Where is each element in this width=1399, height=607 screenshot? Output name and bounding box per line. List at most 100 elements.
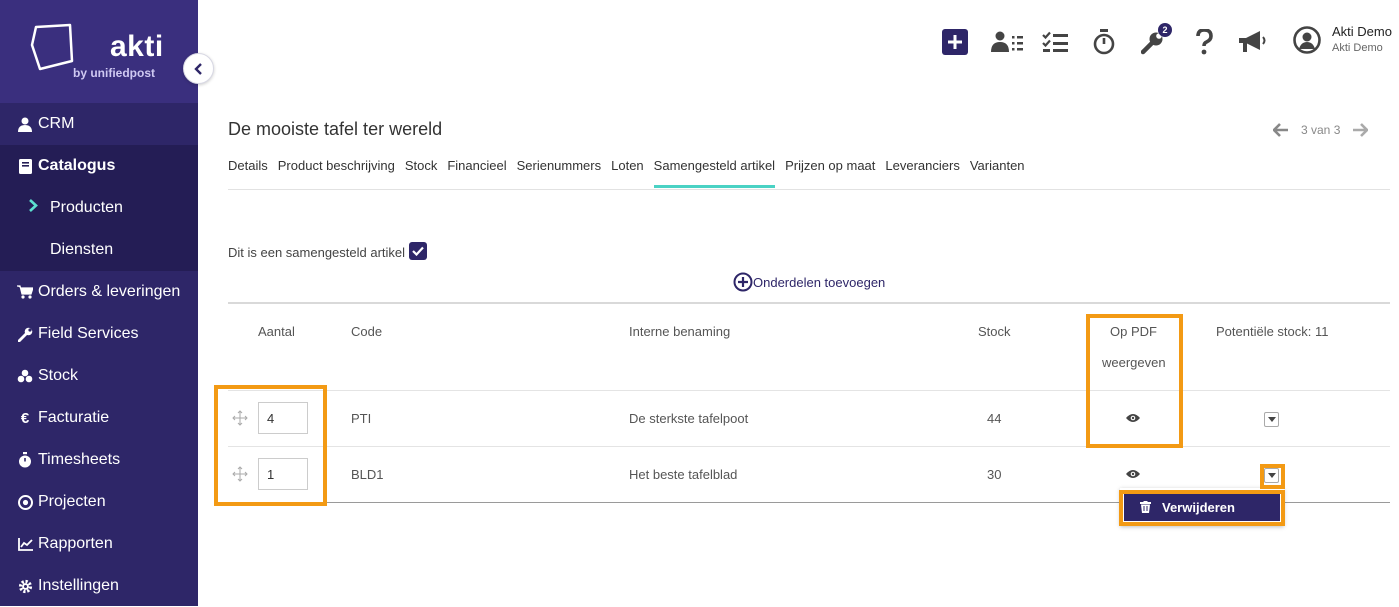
sidebar-item-label: Orders & leveringen <box>38 283 181 300</box>
sidebar-item-stock[interactable]: Stock <box>0 355 198 397</box>
user-name[interactable]: Akti Demo <box>1332 24 1392 39</box>
cell-benaming: Het beste tafelblad <box>629 467 738 482</box>
sidebar-item-facturatie[interactable]: € Facturatie <box>0 397 198 439</box>
sidebar-item-label: Projecten <box>38 493 106 510</box>
plus-circle-icon <box>733 272 753 292</box>
pager-text: 3 van 3 <box>1301 123 1341 137</box>
add-parts-label: Onderdelen toevoegen <box>753 274 886 290</box>
tabs-divider <box>228 189 1390 190</box>
cart-icon <box>17 284 33 300</box>
chart-icon <box>17 536 33 552</box>
header-code: Code <box>351 324 383 339</box>
tab-samengesteld-artikel[interactable]: Samengesteld artikel <box>653 158 776 188</box>
eye-icon[interactable] <box>1126 469 1140 479</box>
sidebar-item-timesheets[interactable]: Timesheets <box>0 439 198 481</box>
sidebar: akti by unifiedpost CRM Catalogus Produc… <box>0 0 198 606</box>
sidebar-item-label: Diensten <box>50 241 114 258</box>
sidebar-item-label: Facturatie <box>38 409 110 426</box>
logo-area: akti by unifiedpost <box>0 0 198 103</box>
caret-down-icon <box>1267 417 1276 422</box>
page-title: De mooiste tafel ter wereld <box>228 119 443 139</box>
arrow-left-icon[interactable] <box>1273 123 1289 137</box>
timer-button[interactable] <box>1093 29 1115 55</box>
announcements-button[interactable] <box>1238 29 1268 55</box>
stopwatch-icon <box>17 452 33 468</box>
add-parts-button[interactable]: Onderdelen toevoegen <box>733 272 885 292</box>
tab-stock[interactable]: Stock <box>405 158 438 188</box>
tab-bar: Details Product beschrijving Stock Finan… <box>228 158 1035 188</box>
header-stock: Stock <box>978 324 1011 339</box>
composite-checkbox[interactable] <box>409 242 427 260</box>
user-icon <box>17 116 33 132</box>
tab-prijzen-op-maat[interactable]: Prijzen op maat <box>785 158 875 188</box>
boxes-icon <box>17 368 33 384</box>
collapse-sidebar-button[interactable] <box>183 53 214 84</box>
cell-stock: 44 <box>987 411 1002 426</box>
highlight-dropdown <box>1260 464 1285 489</box>
user-circle-icon <box>1293 26 1321 54</box>
tab-financieel[interactable]: Financieel <box>447 158 506 188</box>
sidebar-item-diensten[interactable]: Diensten <box>0 229 198 271</box>
sidebar-item-label: CRM <box>38 115 75 132</box>
cell-stock: 30 <box>987 467 1002 482</box>
tab-varianten[interactable]: Varianten <box>970 158 1025 188</box>
tab-product-beschrijving[interactable]: Product beschrijving <box>278 158 395 188</box>
user-list-icon <box>991 31 1023 52</box>
header-aantal: Aantal <box>258 324 295 339</box>
sidebar-item-label: Timesheets <box>38 451 121 468</box>
check-icon <box>412 246 424 256</box>
logo-text: akti <box>110 30 164 63</box>
arrow-right-icon[interactable] <box>1352 123 1369 137</box>
cell-code: BLD1 <box>351 467 384 482</box>
row-actions-dropdown[interactable] <box>1264 412 1279 427</box>
sidebar-item-instellingen[interactable]: Instellingen <box>0 565 198 607</box>
highlight-pdf-column <box>1086 314 1183 448</box>
sidebar-item-crm[interactable]: CRM <box>0 103 198 145</box>
sidebar-item-label: Producten <box>50 199 123 216</box>
sidebar-item-label: Instellingen <box>38 577 119 594</box>
help-button[interactable] <box>1195 29 1213 55</box>
sidebar-item-label: Catalogus <box>38 157 116 174</box>
gear-icon <box>17 578 33 594</box>
help-icon <box>1196 29 1213 55</box>
sidebar-item-field-services[interactable]: Field Services <box>0 313 198 355</box>
sidebar-item-producten[interactable]: Producten <box>0 187 198 229</box>
book-icon <box>17 158 33 174</box>
contacts-button[interactable] <box>991 29 1023 55</box>
sidebar-item-label: Field Services <box>38 325 139 342</box>
tab-leveranciers[interactable]: Leveranciers <box>885 158 959 188</box>
tab-details[interactable]: Details <box>228 158 268 188</box>
logo-icon <box>30 23 74 71</box>
add-button[interactable] <box>942 29 968 55</box>
chevron-right-icon <box>28 199 40 217</box>
cell-benaming: De sterkste tafelpoot <box>629 411 749 426</box>
sidebar-item-label: Stock <box>38 367 79 384</box>
notification-badge: 2 <box>1158 23 1172 37</box>
user-company: Akti Demo <box>1332 42 1383 54</box>
cell-code: PTI <box>351 411 372 426</box>
composite-label: Dit is een samengesteld artikel <box>228 245 406 260</box>
sidebar-item-projecten[interactable]: Projecten <box>0 481 198 523</box>
sidebar-nav: CRM Catalogus Producten Diensten Orders … <box>0 103 198 607</box>
row-divider <box>228 390 1390 391</box>
sidebar-item-catalogus[interactable]: Catalogus <box>0 145 198 187</box>
stopwatch-icon <box>1093 29 1115 55</box>
row-divider <box>228 446 1390 447</box>
logo-subtext: by unifiedpost <box>73 66 155 80</box>
highlight-delete-item <box>1119 490 1285 526</box>
table-top-border <box>228 302 1390 304</box>
user-avatar[interactable] <box>1293 26 1321 54</box>
sidebar-item-rapporten[interactable]: Rapporten <box>0 523 198 565</box>
record-pager: 3 van 3 <box>1273 123 1369 137</box>
tasks-button[interactable] <box>1042 29 1068 55</box>
highlight-quantity-column <box>214 385 327 506</box>
sidebar-item-label: Rapporten <box>38 535 113 552</box>
header-interne-benaming: Interne benaming <box>629 324 731 339</box>
tab-loten[interactable]: Loten <box>611 158 644 188</box>
wrench-icon <box>17 326 33 342</box>
euro-icon: € <box>20 409 30 427</box>
sidebar-item-orders[interactable]: Orders & leveringen <box>0 271 198 313</box>
header-potentiele-stock: Potentiële stock: 11 <box>1216 324 1329 339</box>
tab-serienummers[interactable]: Serienummers <box>517 158 602 188</box>
chevron-left-icon <box>193 62 202 75</box>
